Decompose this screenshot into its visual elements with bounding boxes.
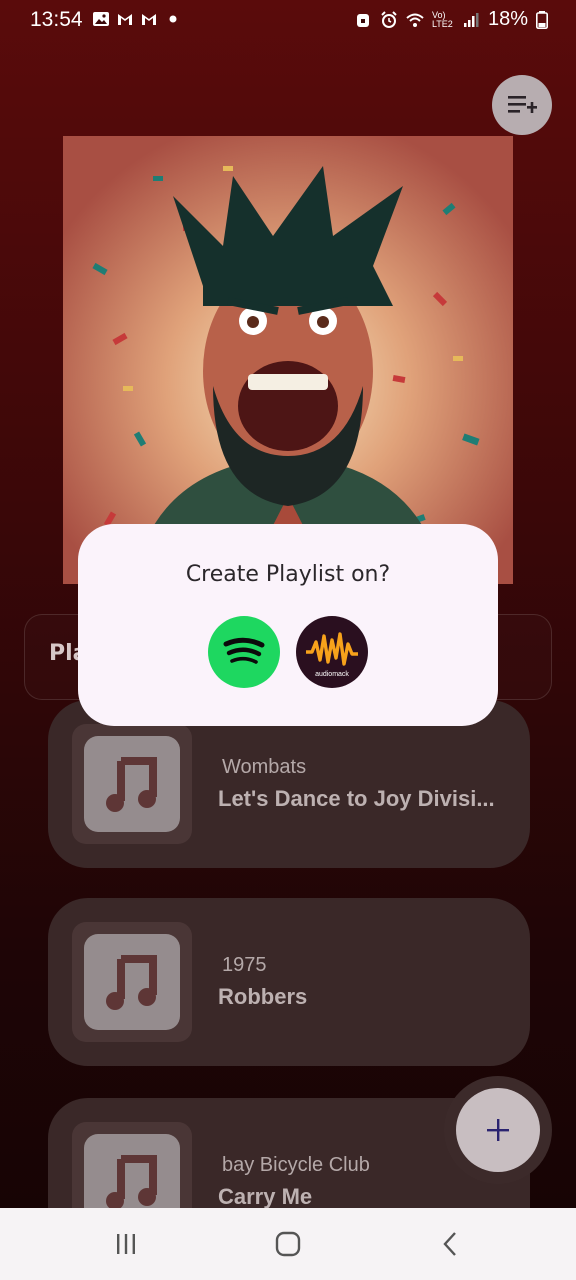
- audiomack-wordmark: audiomack: [315, 671, 349, 678]
- track-artist: bay Bicycle Club: [222, 1154, 370, 1176]
- status-system-icons: Vo) LTE2 18%: [354, 8, 548, 31]
- track-thumbnail: [72, 922, 192, 1042]
- lock-icon: [356, 13, 369, 27]
- track-title: Robbers: [218, 984, 308, 1009]
- home-button[interactable]: [268, 1228, 308, 1260]
- status-time: 13:54: [30, 8, 83, 31]
- status-notification-icons: [92, 10, 182, 28]
- recent-apps-icon: [117, 1234, 135, 1254]
- add-playlist-button[interactable]: [492, 75, 552, 135]
- playlist-add-icon: [508, 96, 537, 113]
- volte-label: Vo) LTE2: [431, 9, 453, 29]
- audiomack-button[interactable]: audiomack: [296, 616, 368, 688]
- back-button[interactable]: [430, 1228, 470, 1260]
- gmail-icon: [142, 14, 156, 25]
- spotify-icon: [223, 637, 265, 664]
- track-artist: Wombats: [222, 756, 307, 778]
- gmail-icon: [118, 14, 132, 25]
- recent-apps-button[interactable]: [106, 1228, 146, 1260]
- status-bar: 13:54 Vo) LTE2 18%: [0, 0, 576, 42]
- back-icon: [443, 1232, 456, 1256]
- plus-icon: [487, 1119, 509, 1141]
- audiomack-icon: audiomack: [306, 632, 358, 678]
- track-title: Let's Dance to Joy Divisi...: [218, 786, 495, 811]
- music-note-icon: [106, 955, 157, 1010]
- spotify-button[interactable]: [208, 616, 280, 688]
- track-thumbnail: [72, 724, 192, 844]
- dot-icon: [169, 15, 177, 23]
- track-card[interactable]: 1975 Robbers: [48, 898, 530, 1066]
- music-note-icon: [106, 757, 157, 812]
- home-icon: [275, 1231, 301, 1257]
- battery-icon: [536, 10, 548, 29]
- add-button[interactable]: [456, 1088, 540, 1172]
- battery-percent: 18%: [487, 8, 528, 30]
- album-artwork: [63, 136, 513, 584]
- system-nav-bar: [0, 1208, 576, 1280]
- track-title: Carry Me: [218, 1184, 313, 1209]
- music-note-icon: [106, 1155, 157, 1210]
- album-illustration: [63, 136, 513, 584]
- wifi-icon: [406, 13, 424, 27]
- track-artist: 1975: [222, 954, 267, 976]
- alarm-icon: [381, 10, 397, 28]
- dialog-title: Create Playlist on?: [185, 562, 391, 587]
- signal-icon: [463, 12, 479, 27]
- create-playlist-dialog: Create Playlist on? audiomack: [78, 524, 498, 726]
- image-icon: [93, 12, 109, 26]
